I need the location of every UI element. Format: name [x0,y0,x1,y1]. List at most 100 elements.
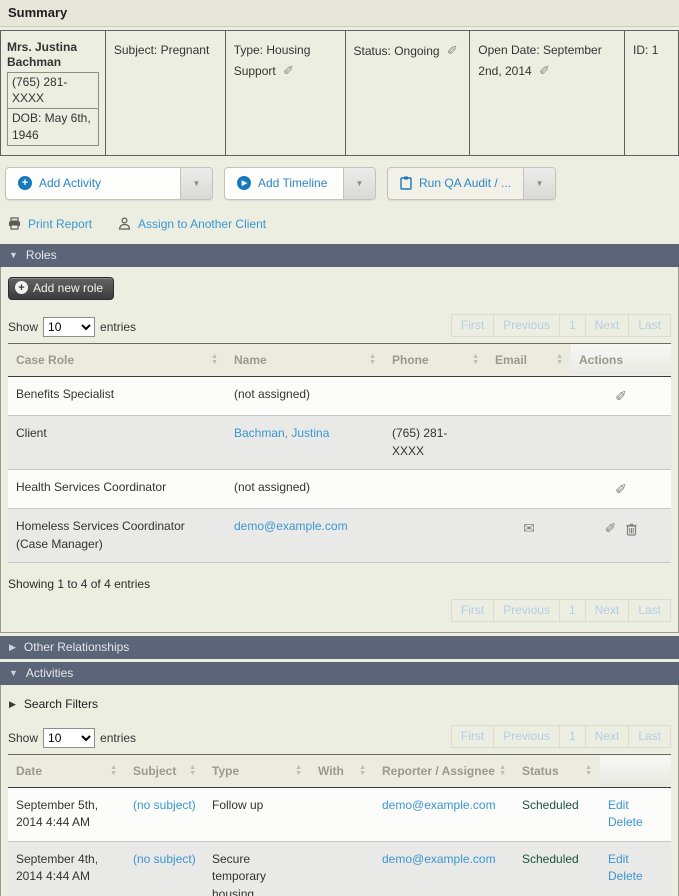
pagination-page-1[interactable]: 1 [559,600,585,621]
pagination-previous[interactable]: Previous [493,315,559,336]
print-report-label: Print Report [28,217,92,231]
delete-link[interactable]: Delete [608,815,643,829]
pagination-previous[interactable]: Previous [493,600,559,621]
run-qa-audit-dropdown-caret[interactable]: ▼ [523,168,555,199]
column-header-status[interactable]: Status▲▼ [514,755,600,788]
roles-page-size-select[interactable]: 10 [43,317,95,337]
run-qa-audit-button[interactable]: Run QA Audit / ... [388,168,523,199]
activities-section-title: Activities [26,666,73,680]
case-summary-table: Mrs. Justina Bachman (765) 281-XXXX DOB:… [0,30,679,156]
print-report-link[interactable]: Print Report [8,217,92,231]
sort-icon[interactable]: ▲▼ [585,765,592,777]
pencil-icon[interactable]: ✐ [615,481,627,497]
add-activity-dropdown-caret[interactable]: ▼ [180,168,212,199]
page-title: Summary [0,0,679,27]
sort-icon[interactable]: ▲▼ [472,354,479,366]
pencil-icon[interactable]: ✐ [615,388,627,404]
chevron-right-icon: ▶ [9,699,16,710]
column-header-reporter[interactable]: Reporter / Assignee▲▼ [374,755,514,788]
coordinator-email-link[interactable]: demo@example.com [234,519,348,533]
other-relationships-section-header[interactable]: ▶ Other Relationships [0,636,679,659]
sort-icon[interactable]: ▲▼ [110,765,117,777]
reporter-email-link[interactable]: demo@example.com [382,852,496,866]
pagination-last[interactable]: Last [628,600,670,621]
activities-section-body: ▶ Search Filters Show 10 entries First P… [0,685,679,896]
pagination-previous[interactable]: Previous [493,726,559,747]
chevron-down-icon: ▼ [9,250,18,260]
sort-icon[interactable]: ▲▼ [499,765,506,777]
pagination-page-1[interactable]: 1 [559,726,585,747]
envelope-icon[interactable]: ✉ [523,520,535,536]
email-cell [487,469,571,508]
pagination-next[interactable]: Next [585,315,629,336]
client-name-link[interactable]: Bachman, Justina [234,426,329,440]
activities-section-header[interactable]: ▼ Activities [0,662,679,685]
column-header-phone[interactable]: Phone▲▼ [384,343,487,376]
column-header-date[interactable]: Date▲▼ [8,755,125,788]
client-phone: (765) 281-XXXX [7,72,99,109]
pagination-first[interactable]: First [452,600,493,621]
column-header-type[interactable]: Type▲▼ [204,755,310,788]
delete-link[interactable]: Delete [608,869,643,883]
column-header-subject[interactable]: Subject▲▼ [125,755,204,788]
sort-icon[interactable]: ▲▼ [295,765,302,777]
pagination-last[interactable]: Last [628,726,670,747]
run-qa-audit-split-button: Run QA Audit / ... ▼ [387,167,556,200]
person-icon [118,217,131,230]
column-header-with[interactable]: With▲▼ [310,755,374,788]
assign-to-another-client-link[interactable]: Assign to Another Client [118,217,266,231]
sort-icon[interactable]: ▲▼ [211,354,218,366]
email-cell [487,376,571,415]
add-new-role-button[interactable]: + Add new role [8,277,114,300]
type-cell: Follow up [204,788,310,842]
phone-cell [384,509,487,563]
show-label: Show [8,320,38,334]
trash-icon[interactable] [626,520,637,536]
edit-status-pencil-icon[interactable]: ✐ [447,43,458,58]
search-filters-toggle[interactable]: ▶ Search Filters [8,695,671,711]
client-info-cell: Mrs. Justina Bachman (765) 281-XXXX DOB:… [1,31,106,156]
edit-link[interactable]: Edit [608,852,629,866]
table-row: Health Services Coordinator (not assigne… [8,469,671,508]
with-cell [310,841,374,896]
edit-type-pencil-icon[interactable]: ✐ [283,63,294,78]
column-header-case-role[interactable]: Case Role▲▼ [8,343,226,376]
add-new-role-label: Add new role [33,281,103,295]
sort-icon[interactable]: ▲▼ [189,765,196,777]
edit-open-date-pencil-icon[interactable]: ✐ [539,63,550,78]
sort-icon[interactable]: ▲▼ [369,354,376,366]
pagination-next[interactable]: Next [585,726,629,747]
pagination-next[interactable]: Next [585,600,629,621]
reporter-cell: demo@example.com [374,841,514,896]
reporter-email-link[interactable]: demo@example.com [382,798,496,812]
chevron-down-icon: ▼ [9,668,18,678]
date-cell: September 5th, 2014 4:44 AM [8,788,125,842]
roles-section-header[interactable]: ▼ Roles [0,244,679,267]
chevron-right-icon: ▶ [9,642,16,653]
pagination-first[interactable]: First [452,726,493,747]
activities-page-size-select[interactable]: 10 [43,728,95,748]
pencil-icon[interactable]: ✐ [605,520,617,536]
column-header-email[interactable]: Email▲▼ [487,343,571,376]
activity-subject-link[interactable]: (no subject) [133,852,196,866]
column-header-name[interactable]: Name▲▼ [226,343,384,376]
case-type: Type: Housing Support [234,43,311,78]
pagination-first[interactable]: First [452,315,493,336]
activity-subject-link[interactable]: (no subject) [133,798,196,812]
pagination-last[interactable]: Last [628,315,670,336]
column-header-row-actions [600,755,671,788]
quick-links: Print Report Assign to Another Client [0,200,679,241]
roles-section-body: + Add new role Show 10 entries First Pre… [0,267,679,633]
subject-cell: (no subject) [125,788,204,842]
add-activity-button[interactable]: + Add Activity [6,168,180,199]
pagination-page-1[interactable]: 1 [559,315,585,336]
edit-link[interactable]: Edit [608,798,629,812]
add-timeline-button[interactable]: ▶ Add Timeline [225,168,343,199]
date-cell: September 4th, 2014 4:44 AM [8,841,125,896]
add-timeline-dropdown-caret[interactable]: ▼ [343,168,375,199]
email-cell: ✉ [487,509,571,563]
sort-icon[interactable]: ▲▼ [556,354,563,366]
table-row: Homeless Services Coordinator (Case Mana… [8,509,671,563]
sort-icon[interactable]: ▲▼ [359,765,366,777]
phone-cell: (765) 281-XXXX [384,416,487,470]
